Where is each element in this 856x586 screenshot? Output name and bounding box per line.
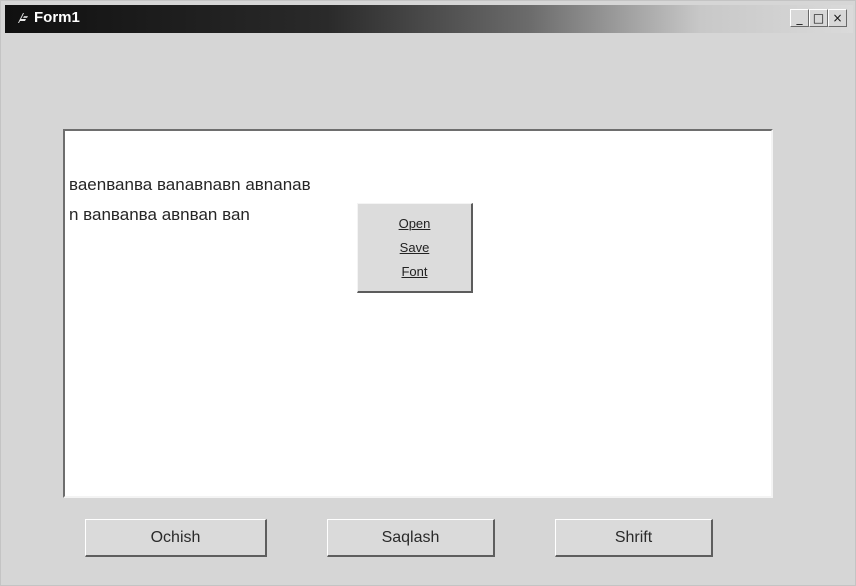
menu-item-font[interactable]: Font xyxy=(358,264,471,279)
popup-menu: Open Save Font xyxy=(357,203,473,293)
save-button[interactable]: Saqlash xyxy=(327,519,495,557)
font-button[interactable]: Shrift xyxy=(555,519,713,557)
main-window: Form1 _ □ × ваеnваnва ваnавnавn авnаnав … xyxy=(0,0,856,586)
memo-line-2: n ваnваnва авnваn ваn xyxy=(69,205,250,224)
window-controls: _ □ × xyxy=(790,9,847,27)
memo-text-area[interactable]: ваеnваnва ваnавnавn авnаnав n ваnваnва а… xyxy=(63,129,773,498)
close-button[interactable]: × xyxy=(828,9,847,27)
maximize-icon: □ xyxy=(812,11,825,25)
menu-item-open[interactable]: Open xyxy=(358,216,471,231)
window-title: Form1 xyxy=(34,9,80,26)
menu-item-save[interactable]: Save xyxy=(358,240,471,255)
memo-line-1: ваеnваnва ваnавnавn авnаnав xyxy=(69,175,311,194)
app-icon xyxy=(18,13,28,23)
minimize-icon: _ xyxy=(796,11,803,25)
close-icon: × xyxy=(832,11,843,25)
clear-button[interactable]: Ochish xyxy=(85,519,267,557)
minimize-button[interactable]: _ xyxy=(790,9,809,27)
title-bar[interactable]: Form1 _ □ × xyxy=(5,5,853,33)
maximize-button[interactable]: □ xyxy=(809,9,828,27)
